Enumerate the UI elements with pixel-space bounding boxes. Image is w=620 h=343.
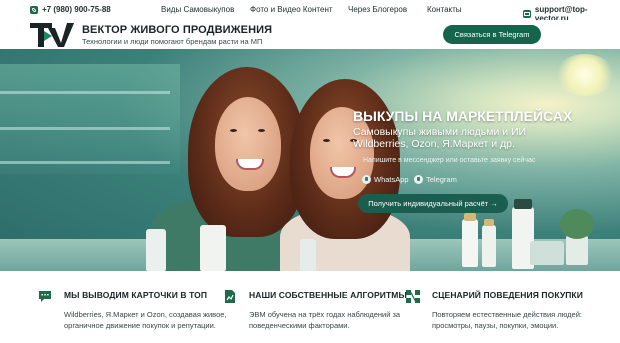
logo-icon[interactable] <box>30 22 74 48</box>
get-estimate-button[interactable]: Получить индивидуальный расчёт → <box>358 194 508 213</box>
product-bottle <box>200 225 226 271</box>
plant-leaves <box>560 209 594 239</box>
product-bottle <box>462 219 478 267</box>
phone-icon <box>30 5 38 14</box>
feature-text-line: поведенческими факторами. <box>249 321 350 330</box>
hero-title: ВЫКУПЫ НА МАРКЕТПЛЕЙСАХ <box>353 108 573 124</box>
feature-text-top: Wildberries, Я.Маркет и Ozon, создавая ж… <box>64 309 227 331</box>
telegram-link[interactable]: Telegram <box>414 173 457 185</box>
feature-text-line: ЭВМ обучена на трёх годах наблюдений за <box>249 310 401 319</box>
lamp-glow <box>555 54 615 96</box>
feature-text-line: органичное движение покупок и репутации. <box>64 321 216 330</box>
phone-number[interactable]: +7 (980) 900-75-88 <box>42 5 111 14</box>
feature-title-scenario: СЦЕНАРИЙ ПОВЕДЕНИЯ ПОКУПКИ <box>432 290 583 300</box>
feature-text-line: Wildberries, Я.Маркет и Ozon, создавая ж… <box>64 310 227 319</box>
whatsapp-icon <box>362 174 371 184</box>
flow-diagram-icon <box>406 290 420 303</box>
product-bottle <box>146 229 166 271</box>
mail-icon <box>523 10 531 18</box>
nav-link-samovykupy[interactable]: Виды Самовыкупов <box>161 5 234 14</box>
nav-link-photo-video[interactable]: Фото и Видео Контент <box>250 5 333 14</box>
contact-telegram-button[interactable]: Связаться в Telegram <box>443 25 541 44</box>
background-shelf <box>0 64 180 174</box>
hero-note: Напишите в мессенджер или оставьте заявк… <box>363 157 536 164</box>
nav-link-contacts[interactable]: Контакты <box>427 5 462 14</box>
telegram-label[interactable]: Telegram <box>426 175 457 184</box>
brand-subtitle: Технологии и люди помогают брендам расти… <box>82 37 263 46</box>
hero-subtitle-line-1: Самовыкупы живыми людьми и ИИ <box>353 126 527 138</box>
chat-bubble-icon <box>39 291 51 302</box>
feature-text-scenario: Повторяем естественные действия людей: п… <box>432 309 582 331</box>
feature-title-algorithms: НАШИ СОБСТВЕННЫЕ АЛГОРИТМЫ <box>249 290 407 300</box>
hero-subtitle-line-2: Wildberries, Ozon, Я.Маркет и др. <box>353 138 515 150</box>
feature-text-line: Повторяем естественные действия людей: <box>432 310 582 319</box>
product-bottle <box>482 225 496 267</box>
product-bottle <box>300 239 316 271</box>
product-jar <box>530 241 564 265</box>
feature-text-algorithms: ЭВМ обучена на трёх годах наблюдений за … <box>249 309 400 331</box>
whatsapp-link[interactable]: WhatsApp <box>362 173 409 185</box>
document-chart-icon <box>225 290 235 303</box>
telegram-icon <box>414 174 423 184</box>
nav-link-bloggers[interactable]: Через Блогеров <box>348 5 407 14</box>
whatsapp-label[interactable]: WhatsApp <box>374 175 409 184</box>
feature-text-line: просмотры, паузы, покупки, эмоции. <box>432 321 559 330</box>
brand-title: ВЕКТОР ЖИВОГО ПРОДВИЖЕНИЯ <box>82 24 273 36</box>
feature-title-top: МЫ ВЫВОДИМ КАРТОЧКИ В ТОП <box>64 290 208 300</box>
features-section <box>0 271 620 343</box>
hero-subtitle: Самовыкупы живыми людьми и ИИ Wildberrie… <box>353 126 583 150</box>
phone-contact[interactable]: +7 (980) 900-75-88 <box>30 5 111 14</box>
plant-pot <box>566 235 588 265</box>
top-bar: +7 (980) 900-75-88 Виды Самовыкупов Фото… <box>0 0 620 23</box>
